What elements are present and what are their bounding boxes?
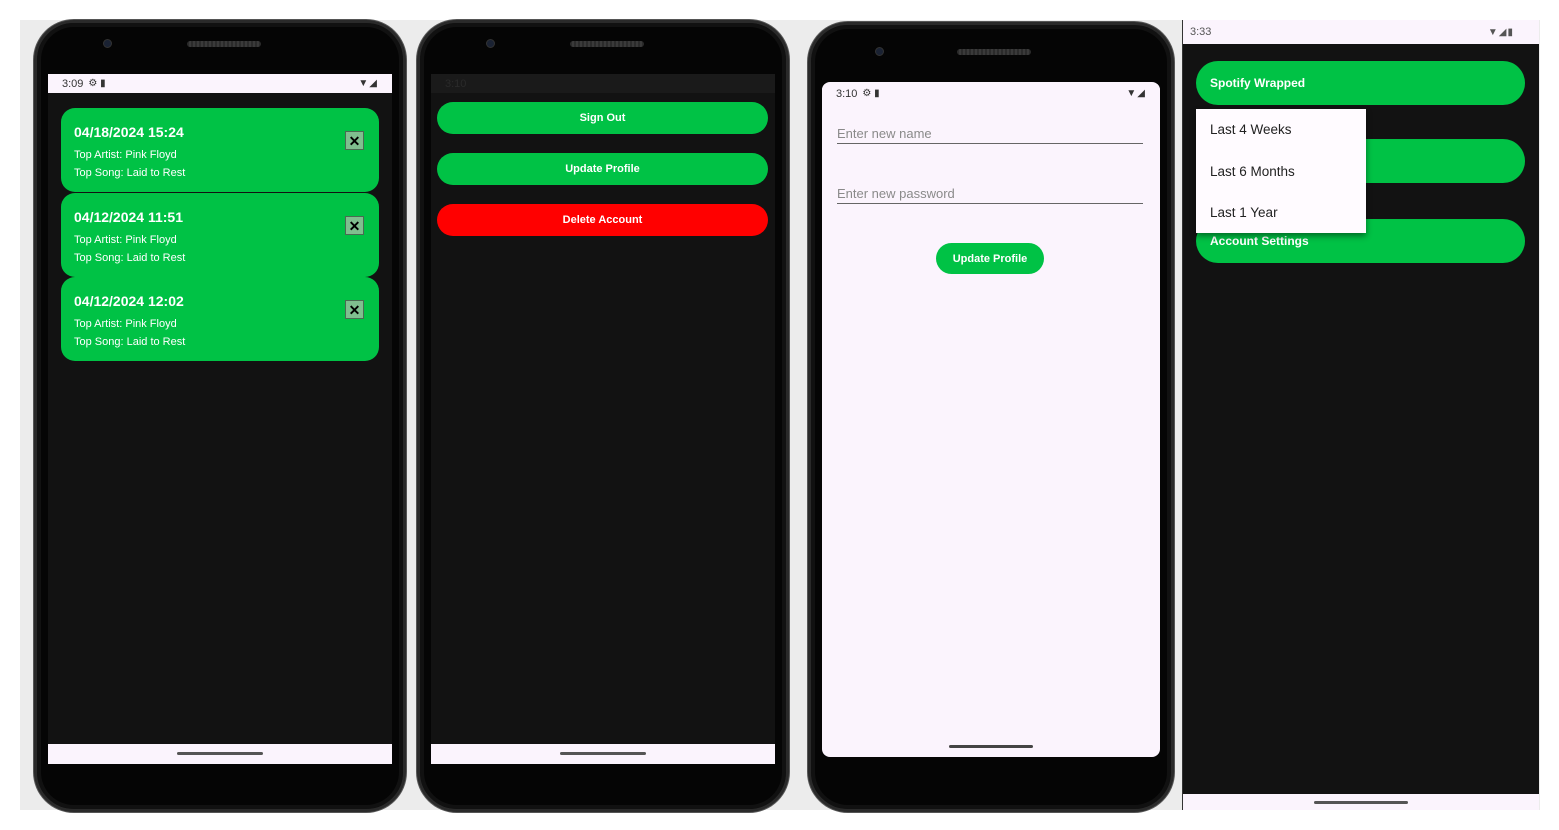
status-bar: 3:09 ⚙ ▮ ▼◢ xyxy=(48,74,392,93)
close-icon[interactable]: ✕ xyxy=(345,300,364,319)
earpiece-speaker xyxy=(187,41,261,47)
status-bar: 3:33 ▼◢▮ xyxy=(1183,20,1539,44)
time-range-dropdown: Last 4 Weeks Last 6 Months Last 1 Year xyxy=(1196,109,1366,233)
status-bar: 3:10 ⚙ ▮ ▼◢ xyxy=(822,84,1160,103)
name-field[interactable] xyxy=(837,122,1143,144)
history-date: 04/12/2024 12:02 xyxy=(74,293,184,309)
home-handle[interactable] xyxy=(949,745,1033,748)
gear-icon: ⚙ ▮ xyxy=(862,88,880,99)
update-profile-button[interactable]: Update Profile xyxy=(437,153,768,185)
top-artist-label: Top Artist: Pink Floyd xyxy=(74,318,177,330)
wifi-signal-battery-icon: ▼◢▮ xyxy=(1487,26,1514,38)
phone-frame-history: 3:09 ⚙ ▮ ▼◢ 04/18/2024 15:24 Top Artist:… xyxy=(34,20,406,812)
navigation-bar xyxy=(431,744,775,764)
close-icon[interactable]: ✕ xyxy=(345,216,364,235)
dropdown-option-last-1-year[interactable]: Last 1 Year xyxy=(1210,205,1278,220)
earpiece-speaker xyxy=(570,41,644,47)
name-input[interactable] xyxy=(837,126,1143,141)
navigation-bar xyxy=(48,744,392,764)
status-time: 3:33 xyxy=(1190,26,1212,38)
phone-frame-account: 3:10 Sign Out Update Profile Delete Acco… xyxy=(417,20,789,812)
dropdown-option-last-6-months[interactable]: Last 6 Months xyxy=(1210,164,1295,179)
front-camera xyxy=(875,47,884,56)
top-song-label: Top Song: Laid to Rest xyxy=(74,252,186,264)
status-time: 3:10 xyxy=(836,87,858,100)
password-input[interactable] xyxy=(837,186,1143,201)
earpiece-speaker xyxy=(957,49,1031,55)
front-camera xyxy=(103,39,112,48)
wifi-signal-icon: ▼◢ xyxy=(1126,88,1146,99)
update-profile-screen: 3:10 ⚙ ▮ ▼◢ Update Profile xyxy=(822,82,1160,757)
top-song-label: Top Song: Laid to Rest xyxy=(74,336,186,348)
navigation-bar xyxy=(1183,794,1539,810)
home-handle[interactable] xyxy=(1314,801,1408,804)
status-bar: 3:10 xyxy=(431,74,775,93)
top-song-label: Top Song: Laid to Rest xyxy=(74,167,186,179)
wifi-signal-icon: ▼◢ xyxy=(358,78,378,89)
history-screen: 3:09 ⚙ ▮ ▼◢ 04/18/2024 15:24 Top Artist:… xyxy=(48,74,392,764)
update-profile-button[interactable]: Update Profile xyxy=(936,243,1044,274)
close-icon[interactable]: ✕ xyxy=(345,131,364,150)
history-card[interactable]: 04/12/2024 11:51 Top Artist: Pink Floyd … xyxy=(61,193,379,277)
history-date: 04/12/2024 11:51 xyxy=(74,209,183,225)
top-artist-label: Top Artist: Pink Floyd xyxy=(74,149,177,161)
dropdown-option-last-4-weeks[interactable]: Last 4 Weeks xyxy=(1210,122,1292,137)
home-handle[interactable] xyxy=(177,752,263,755)
top-artist-label: Top Artist: Pink Floyd xyxy=(74,234,177,246)
home-handle[interactable] xyxy=(560,752,646,755)
status-time: 3:10 xyxy=(445,77,467,90)
status-time: 3:09 xyxy=(62,77,84,90)
phone-frame-update-profile: 3:10 ⚙ ▮ ▼◢ Update Profile xyxy=(808,22,1174,812)
history-card[interactable]: 04/18/2024 15:24 Top Artist: Pink Floyd … xyxy=(61,108,379,192)
password-field[interactable] xyxy=(837,182,1143,204)
wrapped-menu-screen: 3:33 ▼◢▮ Spotify Wrapped Account Setting… xyxy=(1182,20,1539,810)
history-date: 04/18/2024 15:24 xyxy=(74,124,184,140)
delete-account-button[interactable]: Delete Account xyxy=(437,204,768,236)
history-card[interactable]: 04/12/2024 12:02 Top Artist: Pink Floyd … xyxy=(61,277,379,361)
front-camera xyxy=(486,39,495,48)
account-screen: 3:10 Sign Out Update Profile Delete Acco… xyxy=(431,74,775,764)
spotify-wrapped-button[interactable]: Spotify Wrapped xyxy=(1196,61,1525,105)
sign-out-button[interactable]: Sign Out xyxy=(437,102,768,134)
gear-icon: ⚙ ▮ xyxy=(88,78,106,89)
